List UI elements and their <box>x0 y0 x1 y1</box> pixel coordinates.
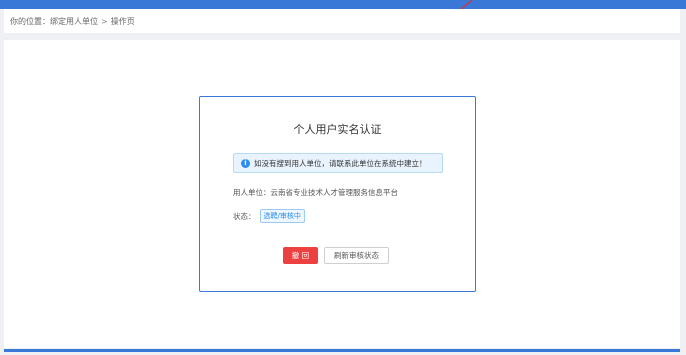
employer-row: 用人单位：云南省专业技术人才管理服务信息平台 <box>233 187 398 198</box>
breadcrumb-bar: 你的位置：绑定用人单位 > 操作页 <box>4 9 680 33</box>
breadcrumb-current: 操作页 <box>110 16 135 26</box>
notice-alert: i 如没有搜到用人单位，请联系此单位在系统中建立！ <box>233 153 443 173</box>
notice-text: 如没有搜到用人单位，请联系此单位在系统中建立！ <box>254 158 427 168</box>
employer-value: 云南省专业技术人才管理服务信息平台 <box>270 188 399 197</box>
withdraw-button[interactable]: 撤 回 <box>283 247 318 264</box>
breadcrumb: 你的位置：绑定用人单位 > 操作页 <box>10 16 135 27</box>
status-row: 状态： 选聘/审核中 <box>233 209 305 223</box>
status-label: 状态： <box>233 211 256 221</box>
status-badge: 选聘/审核中 <box>259 209 305 223</box>
breadcrumb-separator: > <box>101 16 108 26</box>
breadcrumb-prefix: 你的位置： <box>10 16 50 26</box>
refresh-status-button[interactable]: 刷新审核状态 <box>324 247 389 264</box>
top-header-bar <box>0 0 686 9</box>
info-circle-icon: i <box>241 158 250 168</box>
employer-label: 用人单位： <box>233 188 271 197</box>
card-title: 个人用户实名认证 <box>293 123 382 136</box>
verification-card: 个人用户实名认证 i 如没有搜到用人单位，请联系此单位在系统中建立！ 用人单位：… <box>199 96 476 292</box>
bottom-accent-line <box>4 349 680 352</box>
breadcrumb-parent-link[interactable]: 绑定用人单位 <box>50 17 98 26</box>
